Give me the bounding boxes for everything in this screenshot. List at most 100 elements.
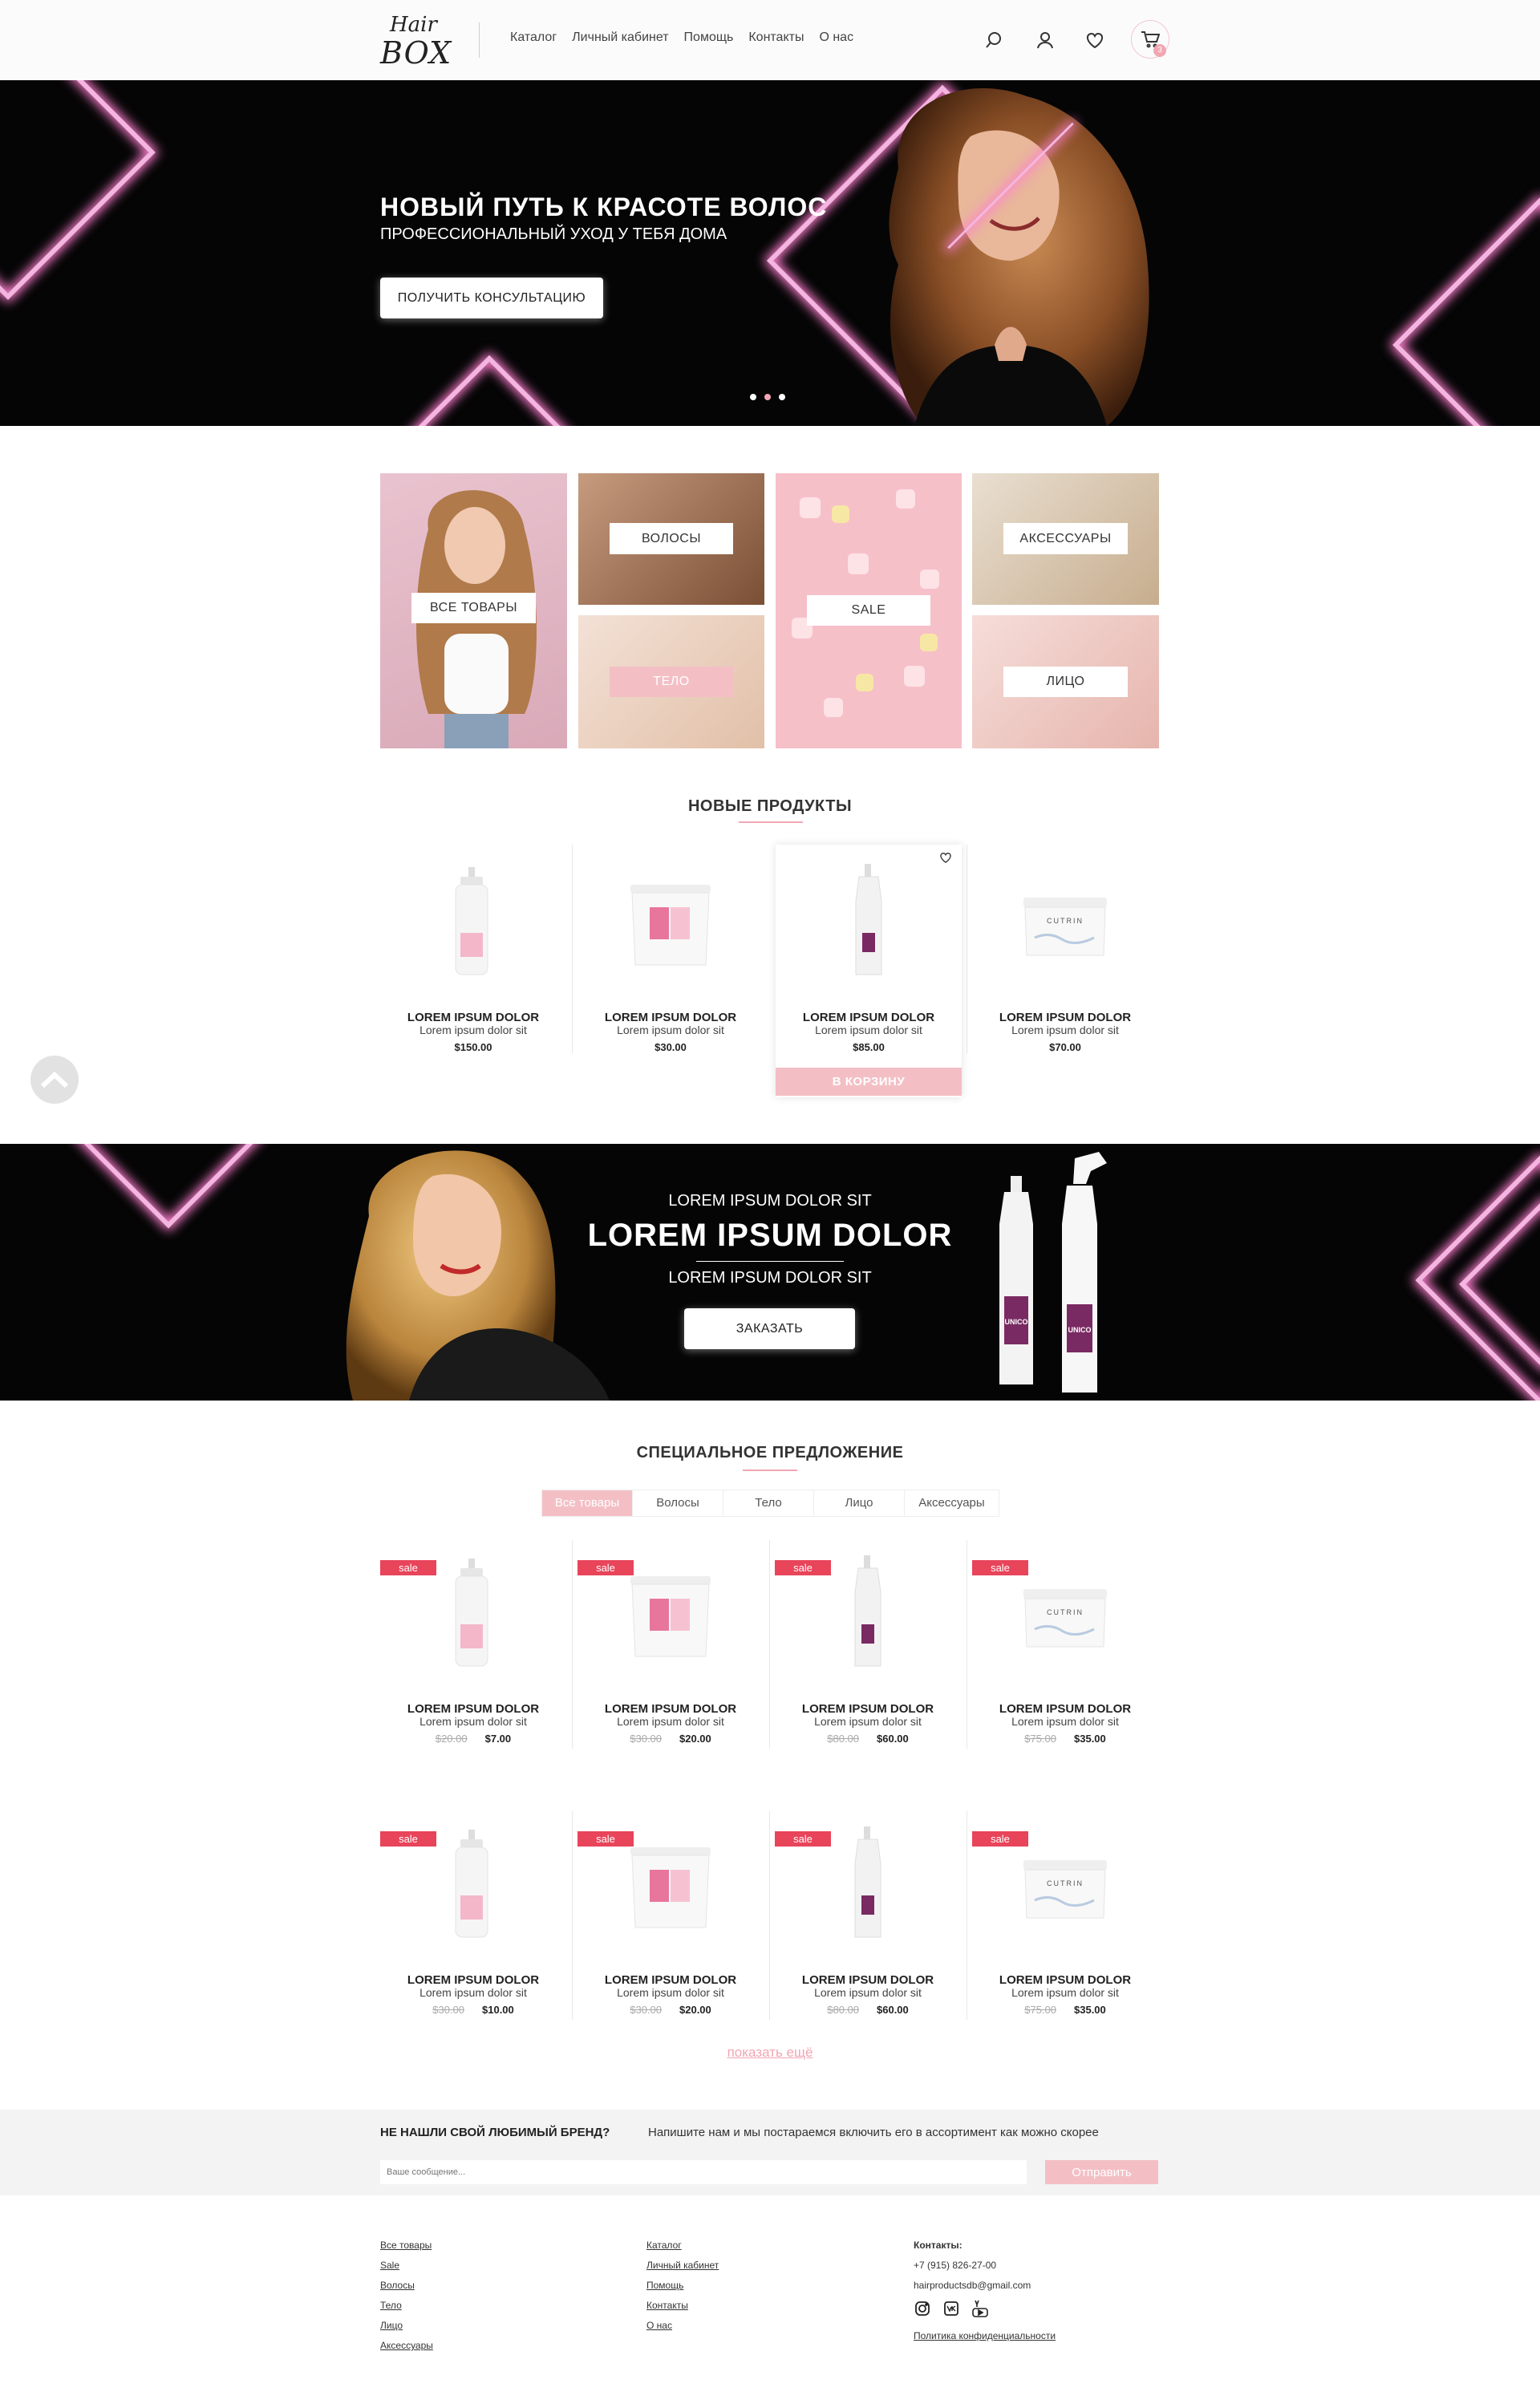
footer-link-body[interactable]: Тело — [380, 2300, 433, 2311]
brand-request-section: НЕ НАШЛИ СВОЙ ЛЮБИМЫЙ БРЕНД? Напишите на… — [0, 2110, 1540, 2195]
category-hair-tile[interactable]: ВОЛОСЫ — [578, 473, 764, 605]
product-subtitle: Lorem ipsum dolor sit — [814, 1986, 922, 1999]
youtube-icon[interactable] — [971, 2300, 989, 2317]
nav-contacts[interactable]: Контакты — [748, 30, 804, 45]
category-all-label: ВСЕ ТОВАРЫ — [411, 593, 536, 623]
product-divider — [572, 1811, 573, 2020]
product-card[interactable]: LOREM IPSUM DOLOR Lorem ipsum dolor sit … — [380, 845, 566, 1077]
tab-face[interactable]: Лицо — [814, 1490, 905, 1516]
instagram-icon[interactable] — [914, 2300, 931, 2317]
product-price: $150.00 — [454, 1041, 492, 1053]
heart-icon[interactable] — [1081, 26, 1108, 54]
nav-account[interactable]: Личный кабинет — [572, 30, 668, 45]
price-group: $80.00 $60.00 — [775, 2004, 961, 2016]
product-card[interactable]: LOREM IPSUM DOLOR Lorem ipsum dolor sit … — [578, 845, 764, 1077]
tab-all[interactable]: Все товары — [542, 1490, 633, 1516]
svg-text:CUTRIN: CUTRIN — [1047, 1879, 1084, 1887]
category-face-label: ЛИЦО — [1003, 667, 1128, 697]
footer-link-all[interactable]: Все товары — [380, 2240, 433, 2251]
footer-link-account[interactable]: Личный кабинет — [646, 2260, 719, 2271]
favorite-icon[interactable] — [936, 848, 955, 867]
sale-product-card[interactable]: sale CUTRIN LOREM IPSUM DOLOR Lorem ipsu… — [972, 1536, 1158, 1769]
product-price: $85.00 — [853, 1041, 885, 1053]
order-button[interactable]: ЗАКАЗАТЬ — [684, 1308, 855, 1349]
tab-accessories[interactable]: Аксессуары — [905, 1490, 999, 1516]
phone-number[interactable]: +7 (915) 826-27-00 — [914, 2260, 1056, 2271]
sale-product-card[interactable]: sale LOREM IPSUM DOLOR Lorem ipsum dolor… — [775, 1536, 961, 1769]
footer-link-about[interactable]: О нас — [646, 2320, 719, 2331]
old-price: $30.00 — [432, 2004, 464, 2016]
hero-model-image — [889, 88, 1149, 426]
promo-banner: LOREM IPSUM DOLOR SIT LOREM IPSUM DOLOR … — [0, 1144, 1540, 1401]
category-body-tile[interactable]: ТЕЛО — [578, 615, 764, 748]
price-group: $80.00 $60.00 — [775, 1733, 961, 1745]
footer-link-help[interactable]: Помощь — [646, 2280, 719, 2291]
user-icon[interactable] — [1031, 26, 1059, 54]
price-group: $75.00 $35.00 — [972, 2004, 1158, 2016]
category-sale-tile[interactable]: SALE — [776, 473, 962, 748]
footer-link-face[interactable]: Лицо — [380, 2320, 433, 2331]
footer-link-accessories[interactable]: Аксессуары — [380, 2340, 433, 2351]
slider-dot-active[interactable] — [764, 394, 771, 400]
category-accessories-tile[interactable]: АКСЕССУАРЫ — [972, 473, 1159, 605]
message-input[interactable] — [380, 2160, 1027, 2184]
footer-link-catalog[interactable]: Каталог — [646, 2240, 719, 2251]
product-subtitle: Lorem ipsum dolor sit — [419, 1715, 527, 1728]
scroll-to-top-button[interactable] — [30, 1056, 79, 1104]
nav-help[interactable]: Помощь — [684, 30, 734, 45]
tall-bottle-icon — [855, 864, 882, 975]
product-card-hovered[interactable]: LOREM IPSUM DOLOR Lorem ipsum dolor sit … — [776, 845, 962, 1097]
nav-about[interactable]: О нас — [819, 30, 853, 45]
hero-banner: НОВЫЙ ПУТЬ К КРАСОТЕ ВОЛОС ПРОФЕССИОНАЛЬ… — [0, 80, 1540, 426]
promo-line1: LOREM IPSUM DOLOR SIT — [668, 1192, 872, 1210]
add-to-cart-button[interactable]: В КОРЗИНУ — [776, 1068, 962, 1096]
privacy-policy-link[interactable]: Политика конфиденциальности — [914, 2330, 1056, 2341]
search-icon[interactable] — [980, 26, 1007, 54]
special-offer-title: СПЕЦИАЛЬНОЕ ПРЕДЛОЖЕНИЕ — [636, 1444, 904, 1461]
sale-product-card[interactable]: sale LOREM IPSUM DOLOR Lorem ipsum dolor… — [380, 1807, 566, 2040]
jar-icon — [630, 1576, 711, 1657]
slider-dot[interactable] — [750, 394, 756, 400]
product-divider — [572, 1540, 573, 1749]
footer-link-sale[interactable]: Sale — [380, 2260, 433, 2271]
old-price: $30.00 — [630, 1733, 662, 1745]
tab-body[interactable]: Тело — [723, 1490, 814, 1516]
slider-dots — [750, 394, 785, 400]
sale-product-card[interactable]: sale LOREM IPSUM DOLOR Lorem ipsum dolor… — [775, 1807, 961, 2040]
product-card[interactable]: CUTRIN LOREM IPSUM DOLOR Lorem ipsum dol… — [972, 845, 1158, 1077]
cutrin-jar-icon: CUTRIN — [1023, 898, 1107, 956]
footer-link-contacts[interactable]: Контакты — [646, 2300, 719, 2311]
sale-product-card[interactable]: sale LOREM IPSUM DOLOR Lorem ipsum dolor… — [380, 1536, 566, 1769]
product-subtitle: Lorem ipsum dolor sit — [617, 1986, 724, 1999]
product-subtitle: Lorem ipsum dolor sit — [617, 1715, 724, 1728]
nav-catalog[interactable]: Каталог — [510, 30, 557, 45]
category-face-tile[interactable]: ЛИЦО — [972, 615, 1159, 748]
price-group: $75.00 $35.00 — [972, 1733, 1158, 1745]
social-links — [914, 2300, 1056, 2317]
neon-frame — [387, 355, 592, 426]
vk-icon[interactable] — [942, 2300, 960, 2317]
tab-hair[interactable]: Волосы — [633, 1490, 723, 1516]
bottle-brand-1: UNICO — [1005, 1318, 1028, 1326]
product-name: LOREM IPSUM DOLOR — [802, 1011, 935, 1024]
old-price: $80.00 — [827, 2004, 859, 2016]
sale-product-card[interactable]: sale LOREM IPSUM DOLOR Lorem ipsum dolor… — [578, 1807, 764, 2040]
new-products-title: НОВЫЕ ПРОДУКТЫ — [687, 797, 853, 815]
product-name: LOREM IPSUM DOLOR — [604, 1011, 737, 1024]
product-price: $70.00 — [1049, 1041, 1081, 1053]
footer-link-hair[interactable]: Волосы — [380, 2280, 433, 2291]
send-button[interactable]: Отправить — [1045, 2160, 1158, 2184]
sale-product-card[interactable]: sale LOREM IPSUM DOLOR Lorem ipsum dolor… — [578, 1536, 764, 1769]
contacts-title: Контакты: — [914, 2240, 962, 2251]
logo[interactable]: Hair BOX — [380, 13, 451, 71]
category-all-tile[interactable]: ВСЕ ТОВАРЫ — [380, 473, 567, 748]
show-more-link[interactable]: показать ещё — [0, 2045, 1540, 2061]
pump-bottle-icon — [455, 867, 488, 975]
email-address[interactable]: hairproductsdb@gmail.com — [914, 2280, 1056, 2291]
consultation-button[interactable]: ПОЛУЧИТЬ КОНСУЛЬТАЦИЮ — [380, 278, 603, 318]
jar-icon — [630, 1847, 711, 1928]
slider-dot[interactable] — [779, 394, 785, 400]
sale-product-card[interactable]: sale CUTRIN LOREM IPSUM DOLOR Lorem ipsu… — [972, 1807, 1158, 2040]
promo-divider — [696, 1261, 844, 1262]
product-subtitle: Lorem ipsum dolor sit — [814, 1715, 922, 1728]
